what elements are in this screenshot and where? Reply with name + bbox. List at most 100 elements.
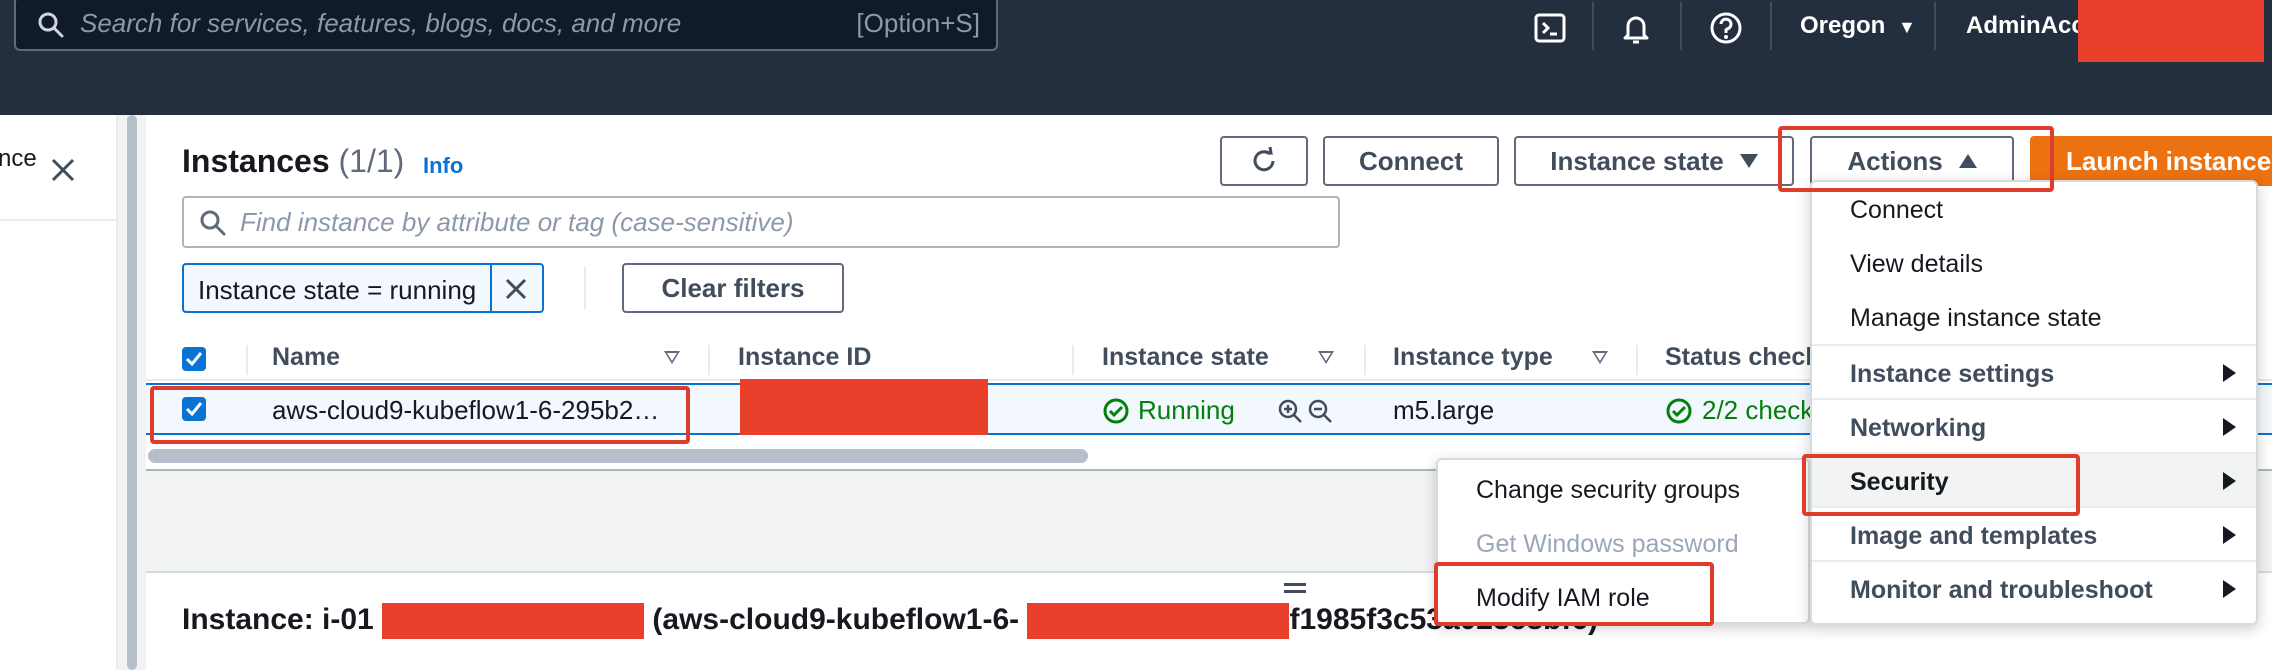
connect-label: Connect — [1359, 145, 1463, 176]
launch-label: Launch instances — [2066, 145, 2272, 176]
instance-state-button[interactable]: Instance state — [1514, 136, 1794, 186]
search-icon — [38, 12, 64, 38]
menu-item-label: Monitor and troubleshoot — [1850, 576, 2153, 604]
instance-detail-title: Instance: i-01 (aws-cloud9-kubeflow1-6- … — [182, 603, 1598, 640]
top-navigation: Search for services, features, blogs, do… — [0, 0, 2272, 115]
instance-count: (1/1) — [338, 143, 405, 179]
title-text: Instances — [182, 143, 330, 179]
filter-token: Instance state = running — [182, 263, 544, 313]
nav-divider — [1770, 2, 1772, 50]
search-icon — [200, 210, 226, 236]
column-divider — [1072, 345, 1074, 375]
refresh-icon — [1253, 146, 1275, 172]
info-link[interactable]: Info — [423, 153, 463, 179]
caret-down-icon: ▼ — [1898, 17, 1916, 37]
nav-divider — [1592, 2, 1594, 50]
actions-button[interactable]: Actions — [1810, 136, 2014, 186]
filter-divider — [584, 267, 586, 309]
redaction-block — [382, 603, 645, 640]
menu-item-manage-instance-state[interactable]: Manage instance state — [1812, 290, 2256, 344]
bell-icon[interactable] — [1618, 10, 1654, 46]
filter-token-label: Instance state = running — [198, 275, 477, 305]
panel-scrollbar[interactable] — [118, 115, 146, 670]
menu-item-get-windows-password: Get Windows password — [1438, 518, 1808, 572]
drag-handle-icon[interactable] — [1284, 583, 1306, 593]
status-success-icon — [1103, 398, 1129, 424]
cloudshell-icon[interactable] — [1532, 10, 1568, 46]
column-header-instance-id[interactable]: Instance ID — [738, 343, 871, 372]
horizontal-scrollbar[interactable] — [148, 449, 1088, 463]
detail-title-mid: (aws-cloud9-kubeflow1-6- — [652, 603, 1020, 636]
caret-up-icon — [1958, 154, 1977, 168]
clear-filters-label: Clear filters — [661, 272, 805, 303]
column-divider — [708, 345, 710, 375]
actions-dropdown-menu: Connect View details Manage instance sta… — [1810, 180, 2258, 625]
token-divider — [490, 265, 492, 311]
remove-filter-icon[interactable] — [500, 273, 532, 305]
filter-placeholder: Find instance by attribute or tag (case-… — [240, 207, 794, 237]
nav-divider — [1934, 2, 1936, 50]
menu-item-networking[interactable]: Networking — [1812, 398, 2256, 452]
menu-item-label: Change security groups — [1476, 476, 1741, 504]
menu-item-security[interactable]: Security — [1812, 452, 2256, 506]
detail-title-prefix: Instance: i-01 — [182, 603, 374, 636]
caret-right-icon — [2223, 526, 2236, 544]
zoom-out-icon[interactable] — [1306, 397, 1334, 425]
status-success-icon — [1666, 398, 1692, 424]
menu-item-connect[interactable]: Connect — [1812, 182, 2256, 236]
select-all-checkbox[interactable] — [182, 347, 206, 371]
help-icon[interactable] — [1708, 10, 1744, 46]
menu-item-monitor-and-troubleshoot[interactable]: Monitor and troubleshoot — [1812, 560, 2256, 614]
caret-down-icon — [1739, 154, 1758, 168]
sort-icon[interactable] — [664, 351, 680, 364]
search-placeholder: Search for services, features, blogs, do… — [80, 8, 682, 38]
global-search-input[interactable]: Search for services, features, blogs, do… — [14, 0, 998, 51]
status-check-value: 2/2 check — [1702, 395, 1814, 425]
caret-right-icon — [2223, 472, 2236, 490]
page-title: Instances (1/1) — [182, 143, 404, 180]
column-header-status-check[interactable]: Status check — [1665, 343, 1819, 372]
scrollbar-thumb[interactable] — [127, 115, 137, 670]
menu-item-image-and-templates[interactable]: Image and templates — [1812, 506, 2256, 560]
menu-item-modify-iam-role[interactable]: Modify IAM role — [1438, 572, 1808, 626]
column-header-instance-state[interactable]: Instance state — [1102, 343, 1269, 372]
sort-icon[interactable] — [1592, 351, 1608, 364]
nav-divider — [1680, 2, 1682, 50]
column-header-instance-type[interactable]: Instance type — [1393, 343, 1553, 372]
checkmark-icon — [185, 402, 203, 417]
menu-item-label: Manage instance state — [1850, 304, 2102, 332]
region-label: Oregon — [1800, 12, 1886, 39]
side-panel-divider — [0, 219, 118, 221]
menu-item-label: Get Windows password — [1476, 530, 1739, 558]
menu-item-label: Image and templates — [1850, 522, 2098, 550]
instance-state-label: Instance state — [1550, 145, 1724, 176]
menu-item-view-details[interactable]: View details — [1812, 236, 2256, 290]
column-divider — [246, 345, 248, 375]
instance-state-value: Running — [1138, 395, 1235, 425]
redaction-block — [2078, 0, 2264, 62]
menu-item-label: View details — [1850, 250, 1983, 278]
row-checkbox[interactable] — [182, 397, 206, 421]
close-icon[interactable] — [48, 155, 78, 185]
refresh-button[interactable] — [1220, 136, 1308, 186]
side-panel-text: nce — [0, 145, 37, 172]
menu-item-change-security-groups[interactable]: Change security groups — [1438, 464, 1808, 518]
launch-instances-button[interactable]: Launch instances — [2030, 136, 2272, 186]
caret-right-icon — [2223, 364, 2236, 382]
connect-button[interactable]: Connect — [1323, 136, 1499, 186]
region-selector[interactable]: Oregon ▼ — [1800, 12, 1916, 40]
column-divider — [1636, 345, 1638, 375]
menu-item-label: Instance settings — [1850, 360, 2055, 388]
menu-item-label: Connect — [1850, 196, 1944, 224]
menu-item-instance-settings[interactable]: Instance settings — [1812, 344, 2256, 398]
security-submenu: Change security groups Get Windows passw… — [1436, 458, 1810, 624]
sort-icon[interactable] — [1318, 351, 1334, 364]
side-panel: nce — [0, 115, 118, 670]
zoom-in-icon[interactable] — [1276, 397, 1304, 425]
clear-filters-button[interactable]: Clear filters — [622, 263, 844, 313]
menu-item-label: Security — [1850, 468, 1949, 496]
instance-name[interactable]: aws-cloud9-kubeflow1-6-295b2… — [272, 395, 659, 426]
instance-type-value: m5.large — [1393, 395, 1495, 425]
instance-filter-input[interactable]: Find instance by attribute or tag (case-… — [182, 196, 1340, 248]
column-header-name[interactable]: Name — [272, 343, 340, 372]
